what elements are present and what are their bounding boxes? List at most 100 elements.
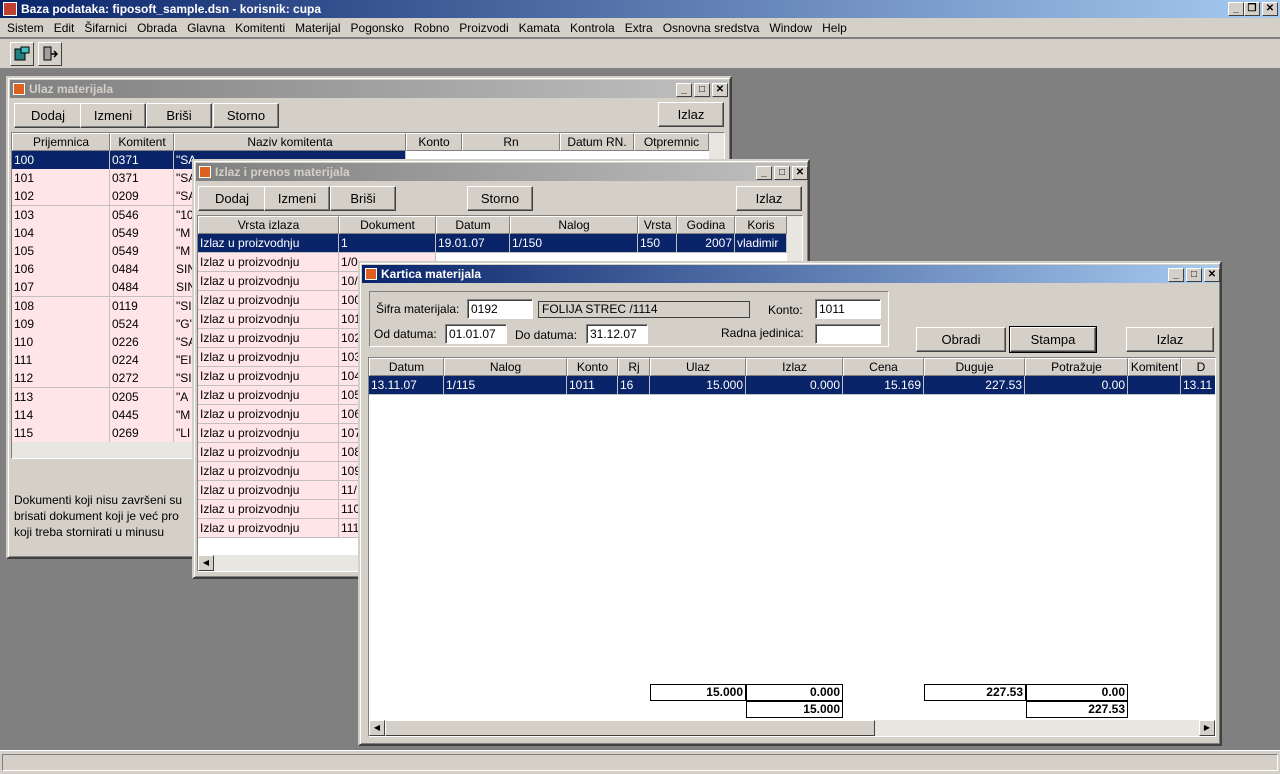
column-header[interactable]: Cena xyxy=(843,358,924,376)
table-cell[interactable]: 0484 xyxy=(110,278,174,298)
table-cell[interactable]: 15.169 xyxy=(843,376,924,395)
column-header[interactable]: Datum xyxy=(436,216,510,234)
table-cell[interactable]: 113 xyxy=(12,387,110,407)
table-cell[interactable]: 0209 xyxy=(110,187,174,207)
kartica-title-bar[interactable]: Kartica materijala _ □ ✕ xyxy=(362,265,1220,283)
column-header[interactable]: Koris xyxy=(735,216,787,234)
maximize-icon[interactable]: □ xyxy=(1186,268,1202,282)
table-cell[interactable]: 0549 xyxy=(110,223,174,243)
table-cell[interactable]: 108 xyxy=(12,296,110,316)
table-cell[interactable]: 13.11.07 xyxy=(369,376,444,395)
table-cell[interactable]: 101 xyxy=(12,169,110,189)
column-header[interactable]: Vrsta xyxy=(638,216,677,234)
column-header[interactable]: Datum xyxy=(369,358,444,376)
table-cell[interactable]: 0549 xyxy=(110,242,174,261)
table-cell[interactable]: Izlaz u proizvodnju xyxy=(198,329,339,348)
table-cell[interactable]: 0226 xyxy=(110,333,174,352)
restore-icon[interactable]: ❐ xyxy=(1244,2,1260,16)
table-cell[interactable]: 0119 xyxy=(110,296,174,316)
table-cell[interactable]: Izlaz u proizvodnju xyxy=(198,310,339,329)
table-cell[interactable]: 106 xyxy=(12,260,110,280)
table-cell[interactable]: 0371 xyxy=(110,151,174,170)
table-cell[interactable] xyxy=(1128,376,1181,395)
table-cell[interactable]: 110 xyxy=(12,333,110,352)
table-cell[interactable]: Izlaz u proizvodnju xyxy=(198,481,339,500)
menu-item-12[interactable]: Extra xyxy=(620,21,658,35)
database-icon[interactable] xyxy=(10,42,34,66)
column-header[interactable]: Rj xyxy=(618,358,650,376)
table-cell[interactable]: 102 xyxy=(12,187,110,207)
table-cell[interactable]: 115 xyxy=(12,424,110,443)
column-header[interactable]: D xyxy=(1181,358,1215,376)
radna-jedinica-input[interactable] xyxy=(815,324,881,344)
exit-icon[interactable] xyxy=(38,42,62,66)
menu-item-7[interactable]: Pogonsko xyxy=(346,21,409,35)
menu-item-13[interactable]: Osnovna sredstva xyxy=(658,21,765,35)
minimize-icon[interactable]: _ xyxy=(1228,2,1244,16)
table-cell[interactable]: 0371 xyxy=(110,169,174,189)
table-cell[interactable]: Izlaz u proizvodnju xyxy=(198,519,339,538)
table-cell[interactable]: 16 xyxy=(618,376,650,395)
menu-item-1[interactable]: Edit xyxy=(49,21,80,35)
table-cell[interactable]: 104 xyxy=(12,223,110,243)
scroll-left-icon[interactable]: ◀ xyxy=(369,720,385,736)
maximize-icon[interactable]: □ xyxy=(774,166,790,180)
stampa-button[interactable]: Stampa xyxy=(1009,326,1097,353)
menu-item-14[interactable]: Window xyxy=(764,21,817,35)
table-cell[interactable]: 112 xyxy=(12,369,110,389)
column-header[interactable]: Konto xyxy=(406,133,462,151)
menu-item-4[interactable]: Glavna xyxy=(182,21,230,35)
dodaj-button[interactable]: Dodaj xyxy=(198,186,266,211)
table-cell[interactable]: 105 xyxy=(12,242,110,261)
close-icon[interactable]: ✕ xyxy=(792,166,808,180)
menu-item-5[interactable]: Komitenti xyxy=(230,21,290,35)
izlaz-button[interactable]: Izlaz xyxy=(736,186,802,211)
izmeni-button[interactable]: Izmeni xyxy=(264,186,330,211)
table-cell[interactable]: Izlaz u proizvodnju xyxy=(198,500,339,519)
table-cell[interactable]: Izlaz u proizvodnju xyxy=(198,405,339,424)
menu-item-9[interactable]: Proizvodi xyxy=(454,21,513,35)
table-cell[interactable]: Izlaz u proizvodnju xyxy=(198,234,339,253)
izlaz-button[interactable]: Izlaz xyxy=(1126,327,1214,352)
table-cell[interactable]: vladimir xyxy=(735,234,787,253)
table-cell[interactable]: 19.01.07 xyxy=(436,234,510,253)
brisi-button[interactable]: Briši xyxy=(146,103,212,128)
table-cell[interactable]: 0484 xyxy=(110,260,174,280)
menu-item-0[interactable]: Sistem xyxy=(2,21,49,35)
table-cell[interactable]: 111 xyxy=(12,351,110,371)
table-cell[interactable]: 114 xyxy=(12,405,110,425)
scroll-right-icon[interactable]: ▶ xyxy=(1199,720,1215,736)
menu-item-15[interactable]: Help xyxy=(817,21,852,35)
column-header[interactable]: Naziv komitenta xyxy=(174,133,406,151)
table-cell[interactable]: 1011 xyxy=(567,376,618,395)
column-header[interactable]: Duguje xyxy=(924,358,1025,376)
column-header[interactable]: Komitent xyxy=(1128,358,1181,376)
table-cell[interactable]: Izlaz u proizvodnju xyxy=(198,386,339,405)
column-header[interactable]: Nalog xyxy=(444,358,567,376)
ulaz-title-bar[interactable]: Ulaz materijala _ □ ✕ xyxy=(10,80,728,98)
table-cell[interactable]: 0524 xyxy=(110,314,174,334)
table-cell[interactable]: 1/115 xyxy=(444,376,567,395)
column-header[interactable]: Vrsta izlaza xyxy=(198,216,339,234)
storno-button[interactable]: Storno xyxy=(213,103,279,128)
table-cell[interactable]: 109 xyxy=(12,314,110,334)
table-cell[interactable]: 0272 xyxy=(110,369,174,389)
column-header[interactable]: Konto xyxy=(567,358,618,376)
column-header[interactable]: Datum RN. xyxy=(560,133,634,151)
menu-item-3[interactable]: Obrada xyxy=(132,21,182,35)
column-header[interactable]: Nalog xyxy=(510,216,638,234)
close-icon[interactable]: ✕ xyxy=(1204,268,1220,282)
column-header[interactable]: Godina xyxy=(677,216,735,234)
table-cell[interactable]: 0205 xyxy=(110,387,174,407)
table-cell[interactable]: 0445 xyxy=(110,405,174,425)
table-cell[interactable]: 1/150 xyxy=(510,234,638,253)
table-cell[interactable]: 0224 xyxy=(110,351,174,371)
table-cell[interactable]: 103 xyxy=(12,205,110,225)
table-cell[interactable]: Izlaz u proizvodnju xyxy=(198,367,339,386)
obradi-button[interactable]: Obradi xyxy=(916,327,1006,352)
column-header[interactable]: Ulaz xyxy=(650,358,746,376)
storno-button[interactable]: Storno xyxy=(467,186,533,211)
table-cell[interactable]: 1 xyxy=(339,234,436,253)
menu-item-11[interactable]: Kontrola xyxy=(565,21,620,35)
table-cell[interactable]: 2007 xyxy=(677,234,735,253)
